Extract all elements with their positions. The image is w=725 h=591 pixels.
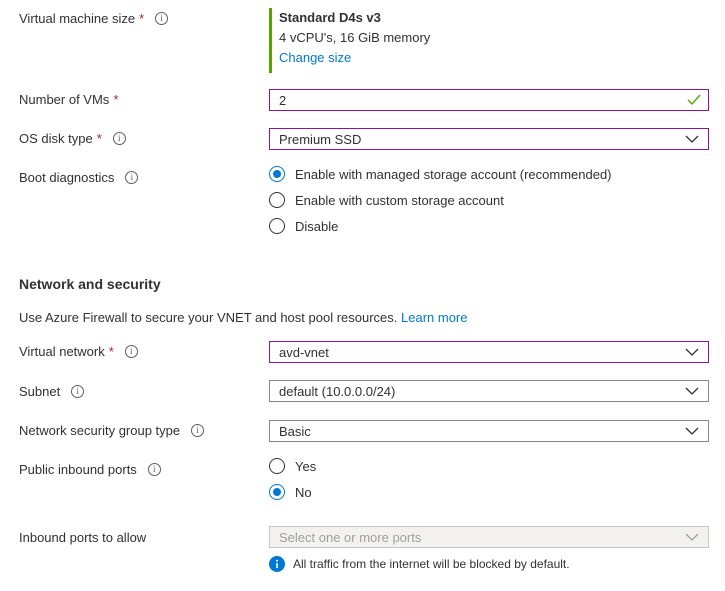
info-icon[interactable]: i	[155, 12, 169, 25]
firewall-text: Use Azure Firewall to secure your VNET a…	[19, 310, 398, 325]
public-ports-option-yes[interactable]: Yes	[269, 458, 316, 474]
checkmark-icon	[687, 94, 701, 106]
num-vms-label: Number of VMs	[19, 92, 110, 107]
subnet-label: Subnet	[19, 384, 61, 399]
num-vms-label-row: Number of VMs *	[19, 92, 118, 107]
os-disk-label: OS disk type	[19, 131, 93, 146]
radio-label: No	[295, 484, 312, 500]
vnet-dropdown[interactable]: avd-vnet	[269, 341, 709, 363]
public-ports-label: Public inbound ports	[19, 462, 137, 477]
radio-selected[interactable]	[269, 166, 285, 182]
public-ports-option-no[interactable]: No	[269, 484, 312, 500]
info-icon[interactable]: i	[147, 463, 161, 476]
info-icon[interactable]: i	[124, 345, 138, 358]
nsg-label-row: Network security group type i	[19, 423, 205, 438]
radio-unselected[interactable]	[269, 218, 285, 234]
subnet-dropdown[interactable]: default (10.0.0.0/24)	[269, 380, 709, 402]
os-disk-value: Premium SSD	[279, 131, 362, 147]
required-asterisk: *	[96, 131, 102, 146]
nsg-label: Network security group type	[19, 423, 181, 438]
chevron-down-icon	[685, 387, 699, 395]
radio-label: Enable with managed storage account (rec…	[295, 166, 612, 182]
chevron-down-icon	[685, 427, 699, 435]
boot-diag-label: Boot diagnostics	[19, 170, 115, 185]
boot-diag-label-row: Boot diagnostics i	[19, 170, 139, 185]
num-vms-input[interactable]: 2	[269, 89, 709, 111]
info-icon[interactable]: i	[112, 132, 126, 145]
learn-more-link[interactable]: Learn more	[401, 310, 467, 325]
subnet-label-row: Subnet i	[19, 384, 85, 399]
inbound-label: Inbound ports to allow	[19, 530, 147, 545]
boot-diag-option-disable[interactable]: Disable	[269, 218, 338, 234]
radio-unselected[interactable]	[269, 192, 285, 208]
radio-label: Enable with custom storage account	[295, 192, 504, 208]
vm-size-specs: 4 vCPU's, 16 GiB memory	[279, 30, 431, 45]
boot-diag-option-managed[interactable]: Enable with managed storage account (rec…	[269, 166, 612, 182]
chevron-down-icon	[685, 135, 699, 143]
inbound-ports-dropdown[interactable]: Select one or more ports	[269, 526, 709, 548]
num-vms-value: 2	[279, 92, 287, 108]
vm-size-label-row: Virtual machine size * i	[19, 11, 169, 26]
inbound-label-row: Inbound ports to allow	[19, 530, 146, 545]
vm-size-summary: Standard D4s v3 4 vCPU's, 16 GiB memory …	[269, 8, 430, 73]
vm-size-label: Virtual machine size	[19, 11, 136, 26]
firewall-description: Use Azure Firewall to secure your VNET a…	[19, 310, 468, 325]
required-asterisk: *	[139, 11, 145, 26]
nsg-value: Basic	[279, 423, 311, 439]
nsg-dropdown[interactable]: Basic	[269, 420, 709, 442]
required-asterisk: *	[113, 92, 119, 107]
os-disk-dropdown[interactable]: Premium SSD	[269, 128, 709, 150]
info-filled-icon	[269, 556, 285, 572]
vnet-label: Virtual network	[19, 344, 105, 359]
inbound-info-text: All traffic from the internet will be bl…	[293, 557, 570, 571]
public-ports-label-row: Public inbound ports i	[19, 462, 161, 477]
vm-size-name: Standard D4s v3	[279, 10, 381, 25]
radio-label: Disable	[295, 218, 339, 234]
radio-selected[interactable]	[269, 484, 285, 500]
info-icon[interactable]: i	[191, 424, 205, 437]
section-title: Network and security	[19, 276, 161, 292]
radio-unselected[interactable]	[269, 458, 285, 474]
inbound-placeholder: Select one or more ports	[279, 529, 422, 545]
radio-label: Yes	[295, 458, 317, 474]
os-disk-label-row: OS disk type * i	[19, 131, 126, 146]
vnet-label-row: Virtual network * i	[19, 344, 138, 359]
vnet-value: avd-vnet	[279, 344, 329, 360]
required-asterisk: *	[108, 344, 114, 359]
chevron-down-icon	[685, 533, 699, 541]
info-icon[interactable]: i	[125, 171, 139, 184]
change-size-link[interactable]: Change size	[279, 50, 430, 65]
boot-diag-option-custom[interactable]: Enable with custom storage account	[269, 192, 504, 208]
subnet-value: default (10.0.0.0/24)	[279, 383, 396, 399]
info-icon[interactable]: i	[71, 385, 85, 398]
inbound-info-message: All traffic from the internet will be bl…	[269, 556, 570, 572]
chevron-down-icon	[685, 348, 699, 356]
